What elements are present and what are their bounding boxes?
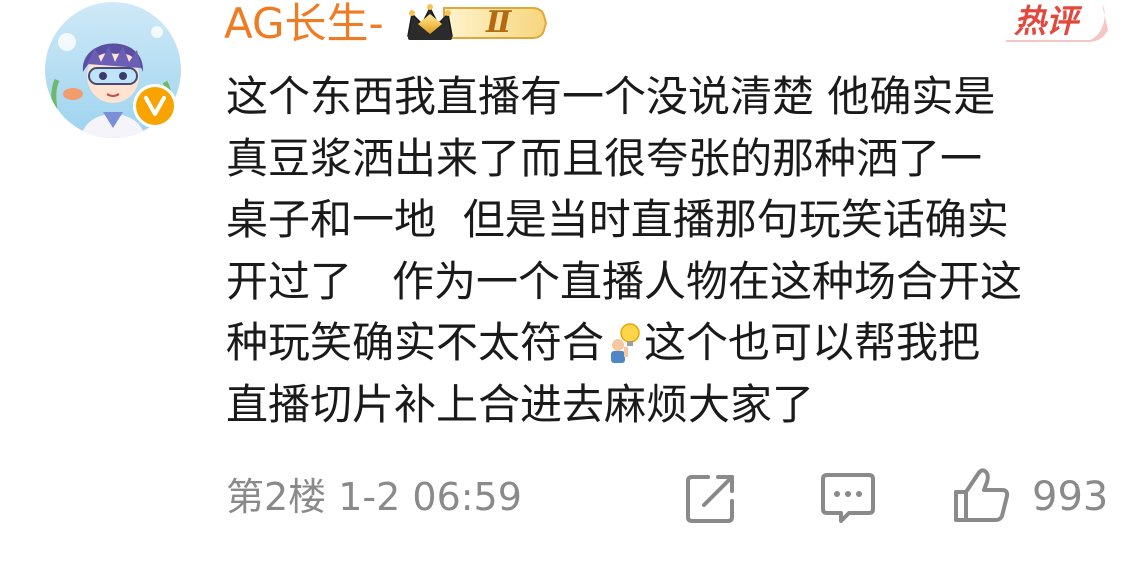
comment-line: 种玩笑确实不太符合 这个也可以帮我把 <box>226 312 1116 374</box>
hot-tag-label: 热评 <box>1014 2 1079 40</box>
comment-line-part: 种玩笑确实不太符合 <box>226 318 605 367</box>
comment-line: 真豆浆洒出来了而且很夸张的那种洒了一 <box>226 133 983 183</box>
comment-text: 这个东西我直播有一个没说清楚 他确实是 真豆浆洒出来了而且很夸张的那种洒了一 桌… <box>226 66 1116 435</box>
comment-line-part: 这个也可以帮我把 <box>644 318 981 367</box>
crown-level-badge: Ⅱ <box>404 2 548 44</box>
verified-badge <box>133 84 177 128</box>
comment-line: 开过了 作为一个直播人物在这种场合开这 <box>226 256 1023 306</box>
username[interactable]: AG长生- <box>224 0 384 48</box>
level-text: Ⅱ <box>486 5 512 40</box>
thumbs-up-icon[interactable] <box>952 466 1012 526</box>
hot-comment-tag: 热评 <box>1004 0 1108 42</box>
lightbulb-person-emoji <box>604 318 644 363</box>
avatar[interactable] <box>45 2 181 138</box>
like-count: 993 <box>1032 474 1109 520</box>
comment-line: 这个东西我直播有一个没说清楚 他确实是 <box>226 72 996 121</box>
share-icon[interactable] <box>683 470 739 526</box>
floor-and-time: 第2楼 1-2 06:59 <box>226 475 522 519</box>
comment-line: 直播切片补上合进去麻烦大家了 <box>226 379 815 429</box>
comment-icon[interactable] <box>818 470 878 526</box>
comment-card: AG长生- Ⅱ 热评 这个东西我直播有一个没说清楚 他确实是 真豆浆洒出来了而且… <box>0 0 1140 563</box>
comment-line: 桌子和一地 但是当时直播那句玩笑话确实 <box>226 195 1009 244</box>
verified-v-icon <box>136 87 174 125</box>
